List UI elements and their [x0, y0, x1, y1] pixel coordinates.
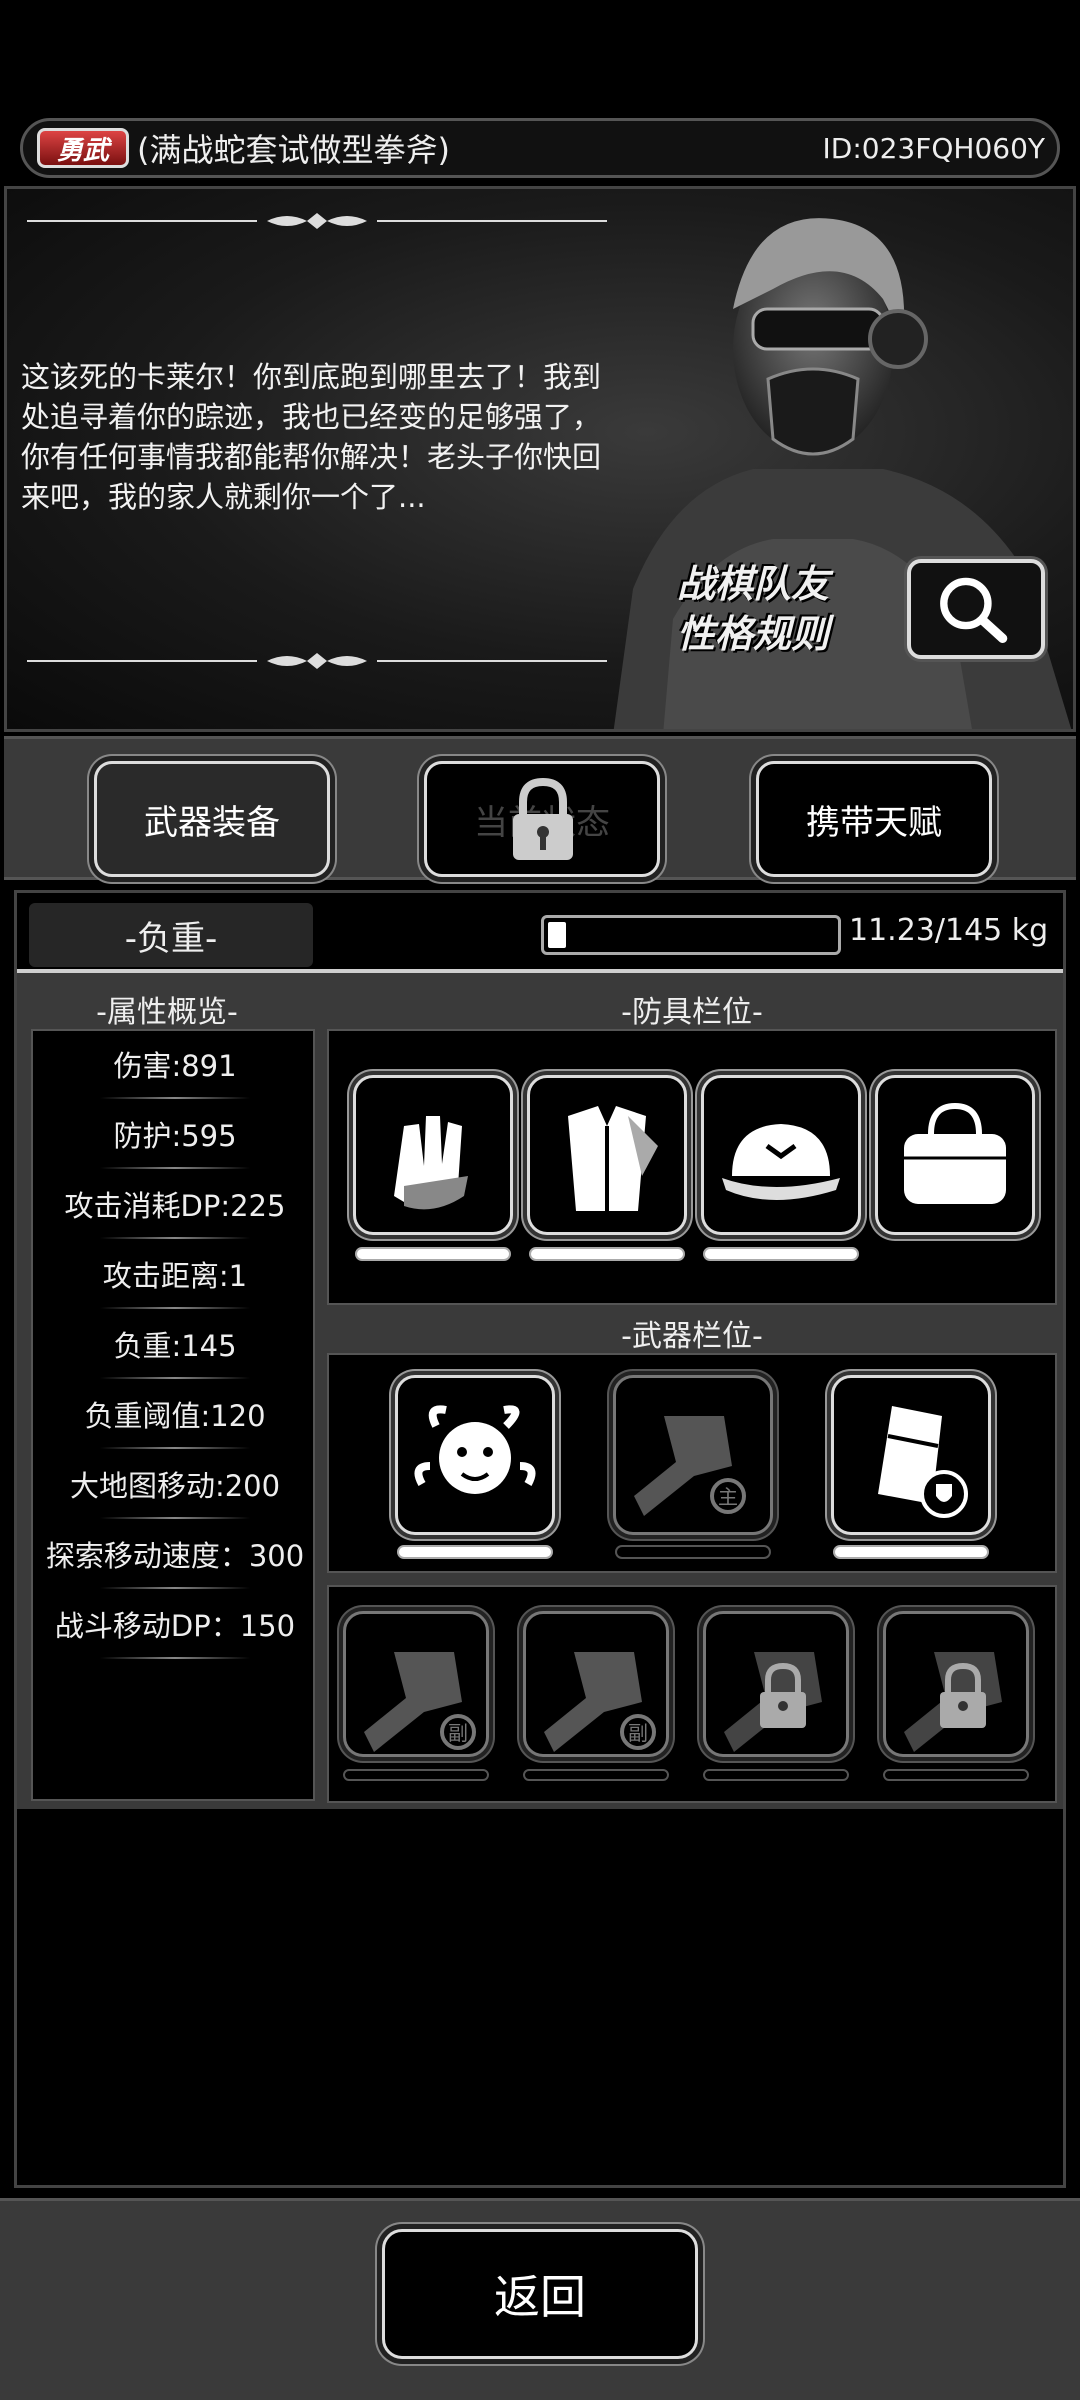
tab-bar: 武器装备 当前状态 携带天赋	[4, 736, 1076, 880]
load-value: 11.23/145 kg	[849, 913, 1049, 948]
weapon-slot-3[interactable]	[831, 1375, 991, 1535]
equipment-panel: -负重- 11.23/145 kg -属性概览- 伤害:891 防护:595 攻…	[14, 890, 1066, 2188]
sub-slot-2[interactable]: 副	[523, 1611, 669, 1757]
weapon-slot-1[interactable]	[395, 1375, 555, 1535]
hero-header: 勇武 (满战蛇套试做型拳斧) ID:023FQH060Y	[20, 118, 1060, 178]
gloves-icon	[394, 1116, 468, 1210]
armor-slot-gloves[interactable]	[353, 1075, 513, 1235]
sub-slot-2-bar	[523, 1769, 669, 1781]
tab-weapon-equipment[interactable]: 武器装备	[94, 761, 330, 877]
sub-slot-1[interactable]: 副	[343, 1611, 489, 1757]
attr-attack-dp: 攻击消耗DP:225	[33, 1183, 317, 1239]
weapon-3-durability	[833, 1545, 989, 1559]
fist-sub-icon: 副	[364, 1652, 476, 1752]
locked-slot-2-bar	[883, 1769, 1029, 1781]
magnifier-icon	[940, 577, 1008, 644]
attr-damage: 伤害:891	[33, 1043, 317, 1099]
weapon-slot-main[interactable]: 主	[613, 1375, 773, 1535]
top-divider	[27, 211, 607, 231]
hero-id: ID:023FQH060Y	[822, 131, 1045, 165]
fist-main-icon: 主	[634, 1416, 746, 1516]
locked-slot-1[interactable]	[703, 1611, 849, 1757]
class-badge: 勇武	[37, 128, 129, 168]
attr-attack-range: 攻击距离:1	[33, 1253, 317, 1309]
sub-slot-1-bar	[343, 1769, 489, 1781]
svg-text:副: 副	[448, 1721, 468, 1745]
attr-battle-move-dp: 战斗移动DP：150	[33, 1603, 317, 1659]
locked-fist-icon	[724, 1652, 822, 1752]
backpack-shield-icon	[878, 1406, 968, 1518]
cap-icon	[722, 1124, 840, 1200]
rules-line-2: 性格规则	[677, 612, 830, 656]
bottom-divider	[27, 651, 607, 671]
locked-slot-1-bar	[703, 1769, 849, 1781]
tab-talent[interactable]: 携带天赋	[756, 761, 992, 877]
armor-title: -防具栏位-	[621, 995, 763, 1030]
rules-line-1: 战棋队友	[677, 562, 830, 606]
armor-slot-cap[interactable]	[701, 1075, 861, 1235]
fist-sub-icon: 副	[544, 1652, 656, 1752]
armor-cap-durability	[703, 1247, 859, 1261]
armor-slots	[327, 1029, 1057, 1305]
weapon-1-durability	[397, 1545, 553, 1559]
attributes-title: -属性概览-	[96, 995, 238, 1030]
attributes-panel: 伤害:891 防护:595 攻击消耗DP:225 攻击距离:1 负重:145 负…	[31, 1029, 315, 1801]
armor-gloves-durability	[355, 1247, 511, 1261]
medusa-weapon-icon	[414, 1405, 536, 1494]
back-button[interactable]: 返回	[382, 2229, 698, 2359]
story-panel: 这该死的卡莱尔！你到底跑到哪里去了！我到处追寻着你的踪迹，我也已经变的足够强了，…	[4, 186, 1076, 732]
story-text: 这该死的卡莱尔！你到底跑到哪里去了！我到处追寻着你的踪迹，我也已经变的足够强了，…	[21, 360, 602, 514]
attr-explore-speed: 探索移动速度：300	[33, 1533, 317, 1589]
weapons-title: -武器栏位-	[621, 1319, 763, 1354]
load-label: -负重-	[29, 903, 313, 967]
armor-coat-durability	[529, 1247, 685, 1261]
hero-title: (满战蛇套试做型拳斧)	[137, 131, 450, 169]
weapon-main-durability	[615, 1545, 771, 1559]
armor-slot-coat[interactable]	[527, 1075, 687, 1235]
coat-icon	[568, 1106, 658, 1211]
svg-text:副: 副	[628, 1721, 648, 1745]
search-button[interactable]	[907, 559, 1045, 659]
attr-load: 负重:145	[33, 1323, 317, 1379]
armor-slot-bag[interactable]	[875, 1075, 1035, 1235]
teammate-rules-link[interactable]: 战棋队友 性格规则	[677, 559, 829, 659]
locked-fist-icon	[904, 1652, 1002, 1752]
attr-defense: 防护:595	[33, 1113, 317, 1169]
tab-current-state[interactable]: 当前状态	[424, 761, 660, 877]
load-bar-fill	[548, 922, 566, 948]
bottom-bar: 返回	[0, 2198, 1080, 2400]
attr-load-threshold: 负重阈值:120	[33, 1393, 317, 1449]
weapon-slots: 主	[327, 1353, 1057, 1573]
extra-weapon-slots: 副 副	[327, 1585, 1057, 1803]
svg-text:主: 主	[718, 1485, 738, 1509]
lock-icon	[513, 777, 573, 860]
locked-slot-2[interactable]	[883, 1611, 1029, 1757]
load-bar	[541, 915, 841, 955]
attr-map-move: 大地图移动:200	[33, 1463, 317, 1519]
bag-icon	[904, 1102, 1006, 1204]
